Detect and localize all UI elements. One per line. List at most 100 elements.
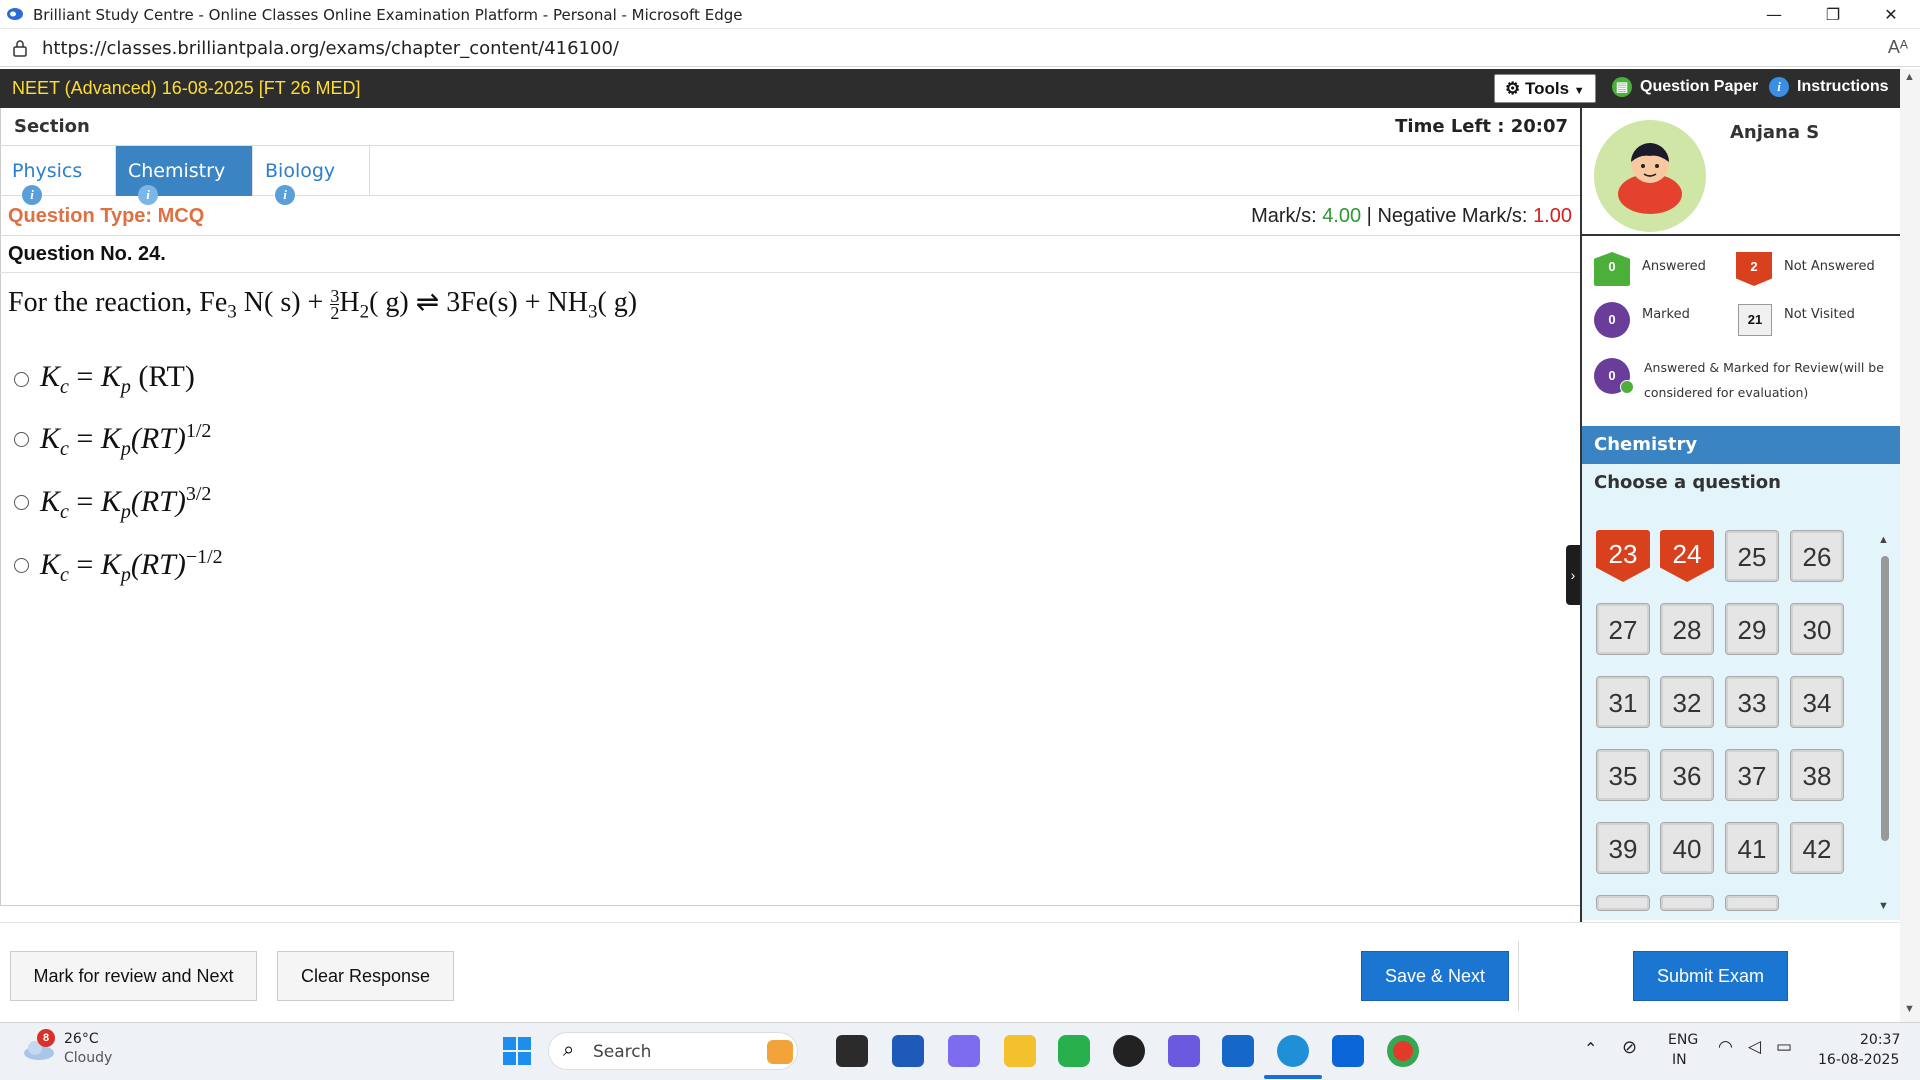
weather-badge: 8	[37, 1029, 55, 1047]
option-2[interactable]: Kc = Kp(RT)1/2	[14, 420, 414, 464]
question-button-34[interactable]: 34	[1790, 676, 1844, 728]
clock-date[interactable]: 16-08-2025	[1818, 1052, 1899, 1068]
question-button-41[interactable]: 41	[1725, 822, 1779, 874]
scroll-down-icon[interactable]: ▼	[1878, 900, 1889, 912]
app-icon[interactable]	[1332, 1035, 1364, 1067]
question-button-30[interactable]: 30	[1790, 603, 1844, 655]
divider	[0, 272, 1580, 273]
wifi-icon[interactable]: ◠	[1718, 1037, 1733, 1057]
restore-button[interactable]: ❐	[1810, 0, 1856, 29]
task-view-icon[interactable]	[836, 1035, 868, 1067]
answered-badge: 0	[1594, 252, 1630, 286]
document-icon: ▤	[1612, 77, 1632, 97]
question-button-40[interactable]: 40	[1660, 822, 1714, 874]
close-button[interactable]: ✕	[1868, 0, 1914, 29]
submit-exam-button[interactable]: Submit Exam	[1633, 951, 1788, 1001]
question-button-29[interactable]: 29	[1725, 603, 1779, 655]
store-icon[interactable]	[892, 1035, 924, 1067]
question-button-27[interactable]: 27	[1596, 603, 1650, 655]
weather-condition[interactable]: Cloudy	[64, 1050, 112, 1066]
question-button-24[interactable]: 24	[1660, 530, 1714, 582]
outlook-icon[interactable]	[1222, 1035, 1254, 1067]
option-1[interactable]: Kc = Kp (RT)	[14, 360, 414, 400]
scroll-up-icon[interactable]: ▲	[1878, 534, 1889, 546]
taskbar: 8 26°C Cloudy ⌕ Search ⌃ ⊘ ENG IN ◠ ◁ ▭ …	[0, 1022, 1920, 1080]
caret-down-icon: ▼	[1573, 85, 1585, 97]
tab-chemistry[interactable]: Chemistryi	[116, 146, 253, 205]
question-button-26[interactable]: 26	[1790, 530, 1844, 582]
question-button-23[interactable]: 23	[1596, 530, 1650, 582]
volume-icon[interactable]: ◁	[1748, 1037, 1761, 1057]
tools-button[interactable]: ⚙ Tools ▼	[1494, 74, 1596, 103]
address-bar[interactable]: https://classes.brilliantpala.org/exams/…	[0, 29, 1920, 67]
battery-icon[interactable]: ▭	[1776, 1037, 1792, 1057]
instructions-label: Instructions	[1797, 78, 1889, 96]
negative-marks-value: 1.00	[1533, 205, 1572, 227]
option-4[interactable]: Kc = Kp(RT)−1/2	[14, 546, 414, 590]
exam-header: NEET (Advanced) 16-08-2025 [FT 26 MED] ⚙…	[0, 69, 1900, 108]
radio-button[interactable]	[14, 432, 29, 447]
radio-button[interactable]	[14, 372, 29, 387]
app-icon[interactable]	[1168, 1035, 1200, 1067]
question-button-partial[interactable]	[1725, 895, 1779, 911]
avatar	[1594, 120, 1706, 232]
tab-biology[interactable]: Biologyi	[253, 146, 370, 205]
scroll-up-icon[interactable]: ▲	[1904, 71, 1915, 83]
read-aloud-icon[interactable]: Aᴬ	[1888, 37, 1908, 58]
url-text[interactable]: https://classes.brilliantpala.org/exams/…	[42, 38, 619, 59]
page-scrollbar[interactable]: ▲ ▼	[1900, 69, 1920, 1022]
search-highlight-icon	[767, 1040, 793, 1064]
question-prefix: For the reaction,	[8, 287, 200, 318]
mark-review-next-button[interactable]: Mark for review and Next	[10, 951, 257, 1001]
answered-label: Answered	[1642, 259, 1706, 274]
chrome-icon[interactable]	[1387, 1035, 1419, 1067]
question-button-36[interactable]: 36	[1660, 749, 1714, 801]
question-button-33[interactable]: 33	[1725, 676, 1779, 728]
question-button-28[interactable]: 28	[1660, 603, 1714, 655]
save-next-button[interactable]: Save & Next	[1361, 951, 1509, 1001]
reaction-equation: Fe3 N( s) + 3 2 H2( g) ⇌ 3Fe(s) + NH3( g)	[199, 286, 638, 324]
question-button-31[interactable]: 31	[1596, 676, 1650, 728]
tab-physics[interactable]: Physicsi	[0, 146, 116, 205]
question-button-39[interactable]: 39	[1596, 822, 1650, 874]
file-explorer-icon[interactable]	[1004, 1035, 1036, 1067]
temperature[interactable]: 26°C	[64, 1031, 99, 1047]
dell-icon[interactable]	[1113, 1035, 1145, 1067]
copilot-icon[interactable]	[948, 1035, 980, 1067]
windows-start-icon[interactable]	[502, 1036, 532, 1066]
action-bar: Mark for review and Next Clear Response …	[0, 922, 1900, 1020]
whatsapp-icon[interactable]	[1058, 1035, 1090, 1067]
question-button-38[interactable]: 38	[1790, 749, 1844, 801]
taskbar-search[interactable]: ⌕ Search	[548, 1032, 798, 1070]
question-button-35[interactable]: 35	[1596, 749, 1650, 801]
option-3[interactable]: Kc = Kp(RT)3/2	[14, 483, 414, 527]
collapse-panel-button[interactable]: ›	[1566, 545, 1580, 605]
edge-icon[interactable]	[1277, 1035, 1309, 1067]
clock-time[interactable]: 20:37	[1860, 1032, 1900, 1048]
not-visited-badge: 21	[1738, 304, 1772, 336]
question-palette: Choose a question 23 24 25 26 27 28 29 30 31 32 33…	[1582, 464, 1900, 920]
scroll-down-icon[interactable]: ▼	[1904, 1003, 1915, 1015]
question-button-25[interactable]: 25	[1725, 530, 1779, 582]
palette-scrollbar[interactable]: ▲ ▼	[1878, 534, 1892, 912]
network-off-icon[interactable]: ⊘	[1622, 1037, 1637, 1058]
radio-button[interactable]	[14, 558, 29, 573]
language-line1[interactable]: ENG	[1668, 1032, 1698, 1048]
question-button-42[interactable]: 42	[1790, 822, 1844, 874]
question-button-37[interactable]: 37	[1725, 749, 1779, 801]
scroll-thumb[interactable]	[1881, 556, 1889, 841]
marked-badge: 0	[1594, 302, 1630, 338]
time-left-value: 20:07	[1510, 116, 1568, 137]
clear-response-button[interactable]: Clear Response	[277, 951, 454, 1001]
question-paper-link[interactable]: ▤ Question Paper	[1612, 77, 1758, 97]
question-button-32[interactable]: 32	[1660, 676, 1714, 728]
time-left: Time Left : 20:07	[1395, 116, 1568, 137]
language-line2[interactable]: IN	[1672, 1052, 1687, 1068]
minimize-button[interactable]: —	[1751, 0, 1797, 29]
chevron-up-icon[interactable]: ⌃	[1584, 1039, 1597, 1058]
instructions-link[interactable]: i Instructions	[1769, 77, 1889, 97]
question-button-partial[interactable]	[1660, 895, 1714, 911]
radio-button[interactable]	[14, 495, 29, 510]
question-button-partial[interactable]	[1596, 895, 1650, 911]
window-title-bar: Brilliant Study Centre - Online Classes …	[0, 0, 1920, 29]
